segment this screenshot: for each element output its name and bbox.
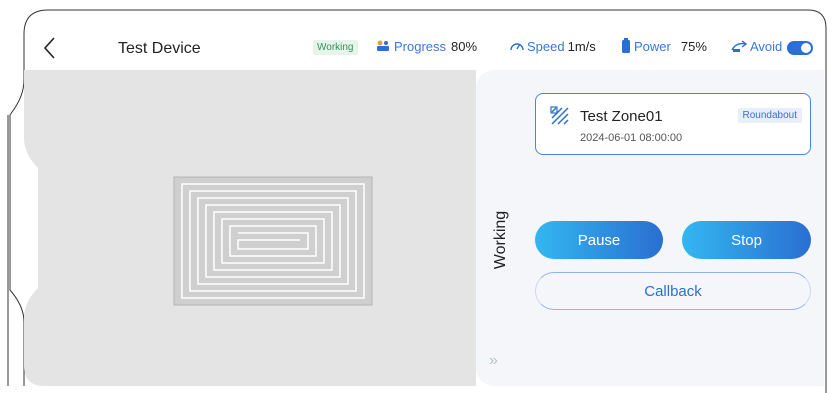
working-status: Working	[486, 210, 516, 270]
zone-path-pattern	[173, 176, 373, 306]
status-badge: Working	[313, 40, 358, 55]
zone-card[interactable]: Test Zone01 2024-06-01 08:00:00 Roundabo…	[535, 93, 811, 155]
speedometer-icon	[510, 43, 524, 51]
avoid-toggle[interactable]	[787, 41, 813, 55]
header-bar: Test Device Working Progress 80% Speed 1…	[26, 28, 826, 70]
device-title: Test Device	[118, 40, 201, 57]
power-value: 75%	[680, 38, 707, 54]
working-status-text: Working	[492, 210, 509, 270]
battery-icon	[622, 38, 630, 53]
power-stat: Power 75%	[620, 38, 707, 54]
avoid-stat: Avoid	[730, 38, 782, 54]
zone-date: 2024-06-01 08:00:00	[580, 132, 683, 144]
avoid-label: Avoid	[750, 38, 783, 54]
progress-value: 80%	[451, 38, 478, 54]
speed-value: 1m/s	[567, 38, 596, 54]
callback-button[interactable]: Callback	[535, 272, 811, 310]
progress-label: Progress	[394, 38, 447, 54]
double-chevron-right-icon: »	[489, 352, 498, 369]
map-canvas[interactable]	[24, 70, 476, 386]
zone-name: Test Zone01	[580, 108, 663, 125]
mower-progress-icon	[377, 40, 389, 51]
avoid-icon	[731, 40, 748, 52]
collapse-panel-button[interactable]: »	[489, 352, 498, 370]
back-button[interactable]	[38, 34, 62, 62]
stop-button[interactable]: Stop	[682, 221, 811, 259]
speed-stat: Speed 1m/s	[509, 38, 596, 54]
zone-pattern-icon	[550, 106, 569, 125]
pause-button[interactable]: Pause	[535, 221, 663, 259]
toggle-knob	[801, 43, 811, 53]
power-label: Power	[634, 38, 671, 54]
progress-stat: Progress 80%	[374, 38, 477, 54]
back-arrow-icon	[43, 37, 55, 59]
speed-label: Speed	[527, 38, 565, 54]
zone-mode-tag: Roundabout	[737, 108, 802, 123]
map-area[interactable]	[24, 70, 476, 386]
